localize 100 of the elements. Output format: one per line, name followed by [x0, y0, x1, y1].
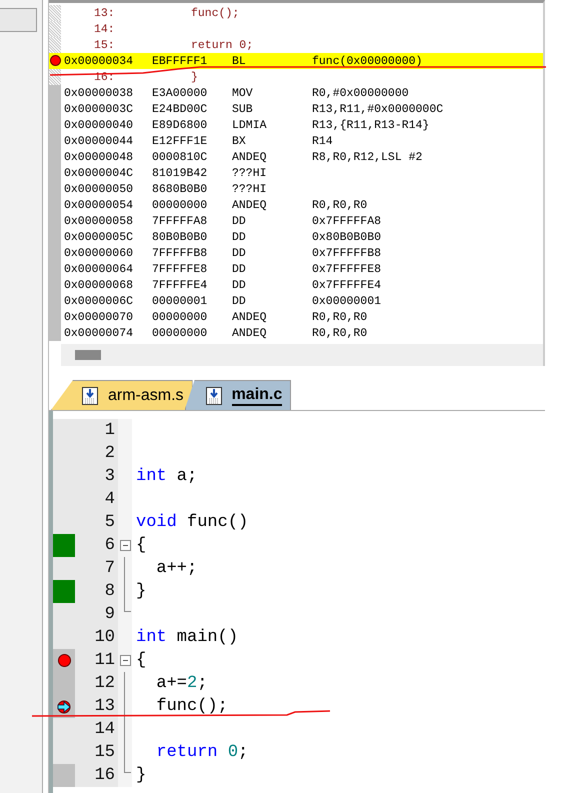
line-number: 10: [75, 626, 118, 649]
line-number: 1: [75, 419, 118, 442]
operands: 0x7FFFFFE4: [312, 278, 382, 292]
mnemonic: SUB: [232, 102, 254, 116]
operands: 0x00000001: [312, 294, 382, 308]
operands: R14: [312, 134, 333, 148]
operands: R13,{R11,R13-R14}: [312, 118, 430, 132]
source-code: func();: [191, 6, 240, 20]
line-number: 15: [75, 741, 118, 764]
line-number: 8: [75, 580, 118, 603]
opcode: 00000000: [152, 310, 208, 324]
operands: R0,R0,R0: [312, 326, 368, 340]
fold-toggle-icon[interactable]: [120, 655, 130, 666]
mnemonic: DD: [232, 246, 247, 260]
operands: R13,R11,#0x0000000C: [312, 102, 444, 116]
mnemonic: LDMIA: [232, 118, 268, 132]
gutter-cell[interactable]: [53, 580, 75, 603]
gutter-cell[interactable]: [49, 5, 61, 21]
gutter-cell[interactable]: [49, 37, 61, 53]
address: 0x00000034: [64, 54, 134, 68]
opcode: E89D6800: [152, 118, 208, 132]
gutter-cell[interactable]: [49, 85, 61, 101]
operands: 0x7FFFFFB8: [312, 246, 382, 260]
address: 0x0000003C: [64, 102, 134, 116]
gutter-cell[interactable]: [53, 695, 75, 718]
file-tab[interactable]: arm-asm.s: [51, 380, 193, 410]
address: 0x0000004C: [64, 166, 134, 180]
code-line: int a;: [136, 467, 198, 486]
operands: 0x7FFFFFA8: [312, 214, 382, 228]
operands: 0x7FFFFFE8: [312, 262, 382, 276]
code-line: a+=2;: [155, 674, 208, 693]
address: 0x00000070: [64, 310, 134, 324]
code-line: {: [136, 536, 146, 555]
code-line: return 0;: [155, 743, 248, 762]
mnemonic: DD: [232, 294, 247, 308]
breakpoint-icon[interactable]: [50, 55, 61, 66]
opcode: 81019B42: [152, 166, 208, 180]
opcode: 80B0B0B0: [152, 230, 208, 244]
address: 0x00000048: [64, 150, 134, 164]
address: 0x00000040: [64, 118, 134, 132]
line-number: 9: [75, 603, 118, 626]
mnemonic: DD: [232, 230, 247, 244]
source-code: return 0;: [191, 38, 254, 52]
opcode: E24BD00C: [152, 102, 208, 116]
gutter-cell[interactable]: [53, 764, 75, 787]
line-number: 12: [75, 672, 118, 695]
source-line-number: 13:: [94, 6, 116, 20]
mnemonic: DD: [232, 278, 247, 292]
fold-toggle-icon[interactable]: [120, 540, 130, 551]
file-download-icon: [206, 386, 222, 404]
operands: func(0x00000000): [312, 54, 422, 68]
line-number: 14: [75, 718, 118, 741]
address: 0x0000005C: [64, 230, 134, 244]
mnemonic: BL: [232, 54, 247, 68]
address: 0x00000064: [64, 262, 134, 276]
gutter-cell[interactable]: [53, 557, 75, 580]
opcode: 7FFFFFE4: [152, 278, 208, 292]
gutter-cell[interactable]: [53, 649, 75, 672]
line-number: 16: [75, 764, 118, 787]
source-code: }: [191, 70, 198, 84]
line-number: 7: [75, 557, 118, 580]
address: 0x00000050: [64, 182, 134, 196]
source-line-number: 15:: [94, 38, 116, 52]
code-line: {: [136, 651, 146, 670]
address: 0x00000060: [64, 246, 134, 260]
scrollbar-thumb[interactable]: [75, 350, 101, 360]
line-number: 13: [75, 695, 118, 718]
opcode: 0000810C: [152, 150, 208, 164]
file-tab[interactable]: main.c: [184, 380, 292, 410]
opcode: 8680B0B0: [152, 182, 208, 196]
gutter-cell[interactable]: [49, 325, 61, 341]
gutter-cell[interactable]: [49, 53, 61, 69]
operands: R8,R0,R12,LSL #2: [312, 150, 422, 164]
mnemonic: BX: [232, 134, 247, 148]
code-line: func();: [155, 697, 228, 716]
operands: 0x80B0B0B0: [312, 230, 382, 244]
gutter-cell[interactable]: [49, 21, 61, 37]
opcode: 00000000: [152, 326, 208, 340]
opcode: 7FFFFFB8: [152, 246, 208, 260]
code-line: void func(): [136, 513, 248, 532]
line-number: 6: [75, 534, 118, 557]
mnemonic: ANDEQ: [232, 150, 268, 164]
mnemonic: ANDEQ: [232, 198, 268, 212]
line-number: 11: [75, 649, 118, 672]
mnemonic: MOV: [232, 86, 254, 100]
mnemonic: DD: [232, 214, 247, 228]
line-number: 5: [75, 511, 118, 534]
line-number: 2: [75, 442, 118, 465]
horizontal-scrollbar[interactable]: [61, 344, 543, 366]
mnemonic: ANDEQ: [232, 326, 268, 340]
opcode: E12FFF1E: [152, 134, 208, 148]
address: 0x00000058: [64, 214, 134, 228]
source-line-number: 14:: [94, 22, 116, 36]
address: 0x00000038: [64, 86, 134, 100]
gutter-cell[interactable]: [53, 534, 75, 557]
code-line: int main(): [136, 628, 238, 647]
opcode: 00000001: [152, 294, 208, 308]
breakpoint-icon[interactable]: [58, 654, 70, 667]
operands: R0,R0,R0: [312, 198, 368, 212]
opcode: 00000000: [152, 198, 208, 212]
